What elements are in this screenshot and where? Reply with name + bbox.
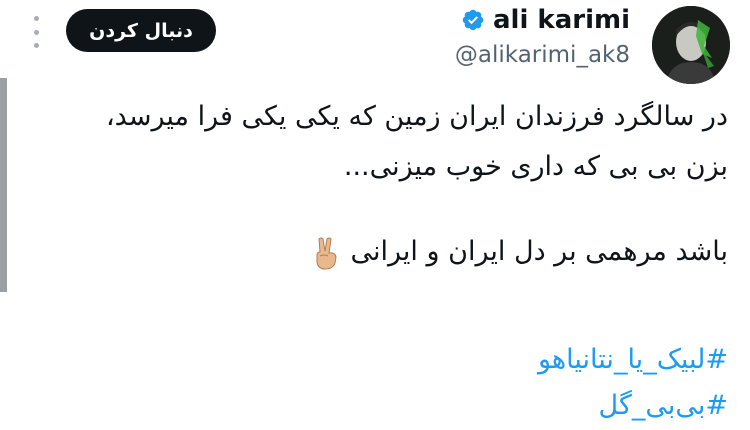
- profile-photo-icon: [652, 6, 730, 84]
- name-row: ali karimi: [455, 4, 630, 36]
- tweet-line: بزن بی بی که داری خوب میزنی...: [343, 151, 728, 182]
- tweet-line: باشد مرهمی بر دل ایران و ایرانی: [350, 236, 728, 267]
- tweet-line: در سالگرد فرزندان ایران زمین که یکی یکی …: [105, 101, 728, 132]
- kebab-dot: [33, 29, 39, 35]
- hashtag-link[interactable]: #بی‌بی_گل: [538, 383, 728, 429]
- user-info: ali karimi @alikarimi_ak8: [455, 4, 630, 68]
- hashtag-link[interactable]: #لبیک_یا_نتانیاهو: [538, 337, 728, 383]
- more-options-icon[interactable]: [30, 16, 42, 48]
- victory-hand-icon: [316, 237, 337, 270]
- user-handle[interactable]: @alikarimi_ak8: [455, 42, 630, 68]
- avatar[interactable]: [652, 6, 730, 84]
- follow-button[interactable]: دنبال کردن: [66, 9, 216, 52]
- tweet-screenshot: دنبال کردن ali karimi @alikarimi_ak8 در …: [0, 0, 750, 430]
- kebab-dot: [33, 16, 39, 21]
- scroll-indicator: [0, 78, 7, 292]
- display-name[interactable]: ali karimi: [493, 5, 630, 35]
- kebab-dot: [33, 43, 39, 48]
- tweet-line-with-emoji: باشد مرهمی بر دل ایران و ایرانی: [28, 227, 728, 277]
- hashtags: #لبیک_یا_نتانیاهو #بی‌بی_گل: [538, 337, 728, 429]
- verified-badge-icon: [462, 9, 484, 31]
- tweet-body: در سالگرد فرزندان ایران زمین که یکی یکی …: [28, 92, 728, 277]
